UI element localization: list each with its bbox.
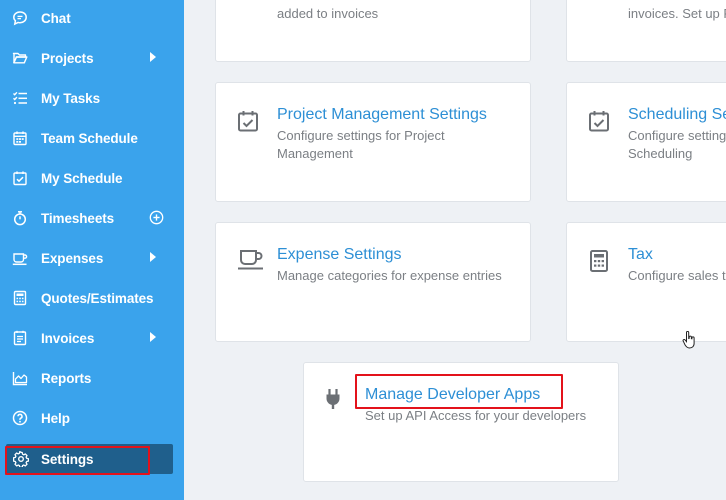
calculator-icon [587, 249, 611, 273]
area-chart-icon [12, 370, 28, 386]
sidebar-item-label: Invoices [41, 330, 95, 346]
tax-settings-card[interactable]: Tax Configure sales ta [566, 222, 726, 342]
card-description: Scheduling [628, 146, 693, 161]
card-description: invoices. Set up P [628, 6, 726, 21]
sidebar-item-reports[interactable]: Reports [0, 358, 184, 398]
hand-cursor-icon [682, 330, 696, 349]
coffee-cup-icon [12, 250, 28, 266]
calendar-check-icon [587, 109, 611, 133]
calendar-check-icon [12, 170, 28, 186]
sidebar-item-my-tasks[interactable]: My Tasks [0, 78, 184, 118]
stopwatch-icon [12, 210, 28, 226]
calendar-check-icon [236, 109, 260, 133]
expense-settings-card[interactable]: Expense Settings Manage categories for e… [215, 222, 531, 342]
sidebar-item-expenses[interactable]: Expenses [0, 238, 184, 278]
sidebar-item-team-schedule[interactable]: Team Schedule [0, 118, 184, 158]
sidebar-item-label: Team Schedule [41, 130, 138, 146]
card-title[interactable]: Expense Settings [277, 246, 402, 264]
sidebar-item-label: Timesheets [41, 210, 115, 226]
chevron-right-icon[interactable] [150, 252, 156, 262]
card-title[interactable]: Scheduling Se [628, 106, 726, 124]
card-title[interactable]: Tax [628, 246, 653, 264]
settings-card-partial[interactable]: invoices. Set up P [566, 0, 726, 62]
project-management-settings-card[interactable]: Project Management Settings Configure se… [215, 82, 531, 202]
coffee-cup-icon [236, 247, 266, 271]
sidebar-item-label: Quotes/Estimates [41, 290, 154, 306]
scheduling-settings-card[interactable]: Scheduling Se Configure setting Scheduli… [566, 82, 726, 202]
sidebar-item-my-schedule[interactable]: My Schedule [0, 158, 184, 198]
help-icon [12, 410, 28, 426]
settings-card-partial[interactable]: added to invoices [215, 0, 531, 62]
sidebar-item-label: My Tasks [41, 90, 100, 106]
card-title[interactable]: Project Management Settings [277, 106, 487, 124]
sidebar: Chat Projects My Tasks Team Schedule My … [0, 0, 184, 500]
sidebar-item-chat[interactable]: Chat [0, 0, 184, 38]
sidebar-item-timesheets[interactable]: Timesheets [0, 198, 184, 238]
chevron-right-icon[interactable] [150, 52, 156, 62]
sidebar-item-label: Expenses [41, 250, 104, 266]
chat-icon [12, 10, 28, 26]
calendar-icon [12, 130, 28, 146]
sidebar-item-help[interactable]: Help [0, 398, 184, 438]
card-description: Configure sales ta [628, 268, 726, 283]
task-list-icon [12, 90, 28, 106]
add-timesheet-icon[interactable] [149, 210, 164, 225]
developer-apps-highlight-box [355, 374, 563, 409]
sidebar-item-label: Projects [41, 50, 94, 66]
sidebar-item-projects[interactable]: Projects [0, 38, 184, 78]
sidebar-item-label: My Schedule [41, 170, 123, 186]
sidebar-item-label: Help [41, 410, 70, 426]
sidebar-item-label: Reports [41, 370, 92, 386]
sidebar-item-invoices[interactable]: Invoices [0, 318, 184, 358]
card-description: added to invoices [277, 6, 379, 21]
card-description: Set up API Access for your developers [365, 408, 587, 423]
folder-open-icon [12, 50, 28, 66]
invoice-icon [12, 330, 28, 346]
card-description: Management [277, 146, 353, 161]
card-description: Configure settings for Project [277, 128, 445, 143]
sidebar-item-quotes-estimates[interactable]: Quotes/Estimates [0, 278, 184, 318]
chevron-right-icon[interactable] [150, 332, 156, 342]
calculator-icon [12, 290, 28, 306]
settings-highlight-box [5, 446, 150, 475]
sidebar-item-label: Chat [41, 10, 71, 26]
card-description: Configure setting [628, 128, 726, 143]
plug-icon [321, 387, 345, 411]
card-description: Manage categories for expense entries [277, 268, 502, 283]
